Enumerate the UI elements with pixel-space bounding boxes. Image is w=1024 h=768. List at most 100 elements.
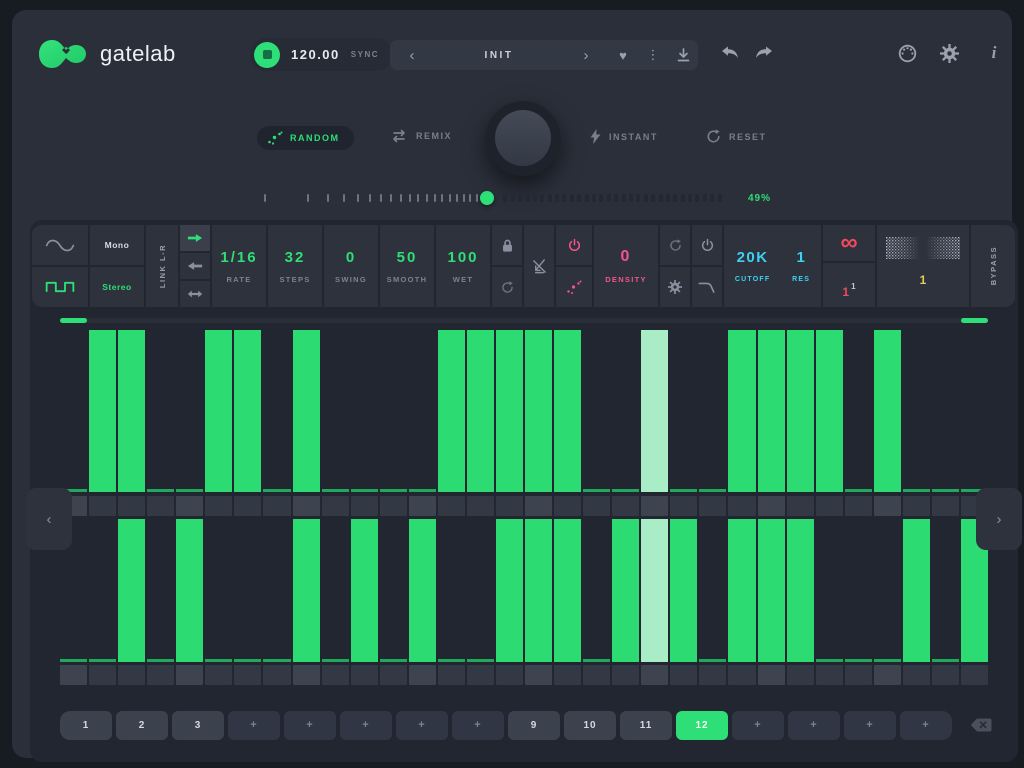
add-pattern-button[interactable]: +: [844, 711, 896, 740]
filter-power-button[interactable]: [692, 225, 722, 265]
link-lr-button[interactable]: LINK L-R: [146, 225, 178, 307]
direction-pingpong-button[interactable]: [180, 281, 210, 307]
step-12[interactable]: [380, 330, 407, 492]
pattern-slot-button-2[interactable]: 2: [116, 711, 168, 740]
sine-wave-button[interactable]: [32, 225, 88, 265]
gate-length-slider[interactable]: [264, 190, 720, 206]
step-subcell[interactable]: [961, 665, 988, 685]
square-wave-button[interactable]: [32, 267, 88, 307]
step-subcell[interactable]: [525, 665, 552, 685]
midi-icon[interactable]: [898, 44, 917, 63]
step-subcell[interactable]: [234, 665, 261, 685]
step-13[interactable]: [409, 330, 436, 492]
step-subcell[interactable]: [322, 665, 349, 685]
step-subcell[interactable]: [351, 665, 378, 685]
refresh-button[interactable]: [492, 267, 522, 307]
undo-icon[interactable]: [721, 46, 739, 59]
pattern-slot-button-11[interactable]: 11: [620, 711, 672, 740]
step-subcell[interactable]: [467, 665, 494, 685]
add-pattern-button[interactable]: +: [788, 711, 840, 740]
fade-cell[interactable]: 1: [877, 225, 969, 307]
step-7[interactable]: [234, 330, 261, 492]
step-24[interactable]: [728, 330, 755, 492]
step-subcell[interactable]: [263, 496, 290, 516]
mono-button[interactable]: Mono: [90, 225, 144, 265]
step-26[interactable]: [787, 330, 814, 492]
step-subcell[interactable]: [583, 665, 610, 685]
step-subcell[interactable]: [234, 496, 261, 516]
instant-button[interactable]: INSTANT: [590, 129, 658, 144]
stop-button[interactable]: [254, 42, 280, 68]
step-subcell[interactable]: [758, 496, 785, 516]
step-subcell[interactable]: [699, 496, 726, 516]
step-14[interactable]: [438, 519, 465, 662]
reset-button[interactable]: RESET: [706, 129, 767, 144]
step-18[interactable]: [554, 330, 581, 492]
step-3[interactable]: [118, 330, 145, 492]
step-subcell[interactable]: [728, 496, 755, 516]
page-prev-tab[interactable]: ‹: [26, 488, 72, 550]
step-15[interactable]: [467, 519, 494, 662]
no-retrigger-button[interactable]: [524, 225, 554, 307]
step-5[interactable]: [176, 330, 203, 492]
step-21[interactable]: [641, 330, 668, 492]
preset-next-icon[interactable]: ›: [564, 47, 608, 64]
delete-pattern-backspace-icon[interactable]: [970, 718, 992, 732]
info-icon[interactable]: i: [984, 43, 1004, 63]
step-17[interactable]: [525, 519, 552, 662]
add-pattern-button[interactable]: +: [340, 711, 392, 740]
step-subcell[interactable]: [89, 496, 116, 516]
step-9[interactable]: [293, 330, 320, 492]
step-subcell[interactable]: [467, 496, 494, 516]
main-knob[interactable]: [485, 100, 561, 176]
step-27[interactable]: [816, 330, 843, 492]
step-29[interactable]: [874, 519, 901, 662]
step-subcell[interactable]: [351, 496, 378, 516]
pattern-slot-button-1[interactable]: 1: [60, 711, 112, 740]
swing-cell[interactable]: 0SWING: [324, 225, 378, 307]
step-6[interactable]: [205, 519, 232, 662]
step-2[interactable]: [89, 330, 116, 492]
step-subcell[interactable]: [176, 665, 203, 685]
step-subcell[interactable]: [118, 665, 145, 685]
rate-cell[interactable]: 1/16RATE: [212, 225, 266, 307]
step-8[interactable]: [263, 519, 290, 662]
step-10[interactable]: [322, 330, 349, 492]
step-28[interactable]: [845, 330, 872, 492]
loop-range-bar[interactable]: [60, 318, 988, 323]
step-9[interactable]: [293, 519, 320, 662]
step-subcell[interactable]: [438, 665, 465, 685]
step-subcell[interactable]: [380, 665, 407, 685]
step-22[interactable]: [670, 330, 697, 492]
step-28[interactable]: [845, 519, 872, 662]
step-subcell[interactable]: [874, 665, 901, 685]
step-19[interactable]: [583, 519, 610, 662]
step-subcell[interactable]: [525, 496, 552, 516]
add-pattern-button[interactable]: +: [900, 711, 952, 740]
step-3[interactable]: [118, 519, 145, 662]
step-subcell[interactable]: [118, 496, 145, 516]
step-26[interactable]: [787, 519, 814, 662]
step-25[interactable]: [758, 330, 785, 492]
step-subcell[interactable]: [293, 496, 320, 516]
step-subcell[interactable]: [89, 665, 116, 685]
add-pattern-button[interactable]: +: [732, 711, 784, 740]
lock-button[interactable]: [492, 225, 522, 265]
redo-icon[interactable]: [755, 46, 773, 59]
step-subcell[interactable]: [583, 496, 610, 516]
step-14[interactable]: [438, 330, 465, 492]
step-subcell[interactable]: [903, 665, 930, 685]
step-subcell[interactable]: [612, 496, 639, 516]
step-subcell[interactable]: [699, 665, 726, 685]
step-subcell[interactable]: [176, 496, 203, 516]
step-16[interactable]: [496, 519, 523, 662]
preset-prev-icon[interactable]: ‹: [390, 47, 434, 64]
step-subcell[interactable]: [263, 665, 290, 685]
slider-handle[interactable]: [480, 191, 494, 205]
filter-refresh-button[interactable]: [660, 225, 690, 265]
step-subcell[interactable]: [496, 496, 523, 516]
direction-forward-button[interactable]: [180, 225, 210, 251]
step-subcell[interactable]: [932, 496, 959, 516]
step-2[interactable]: [89, 519, 116, 662]
step-23[interactable]: [699, 330, 726, 492]
